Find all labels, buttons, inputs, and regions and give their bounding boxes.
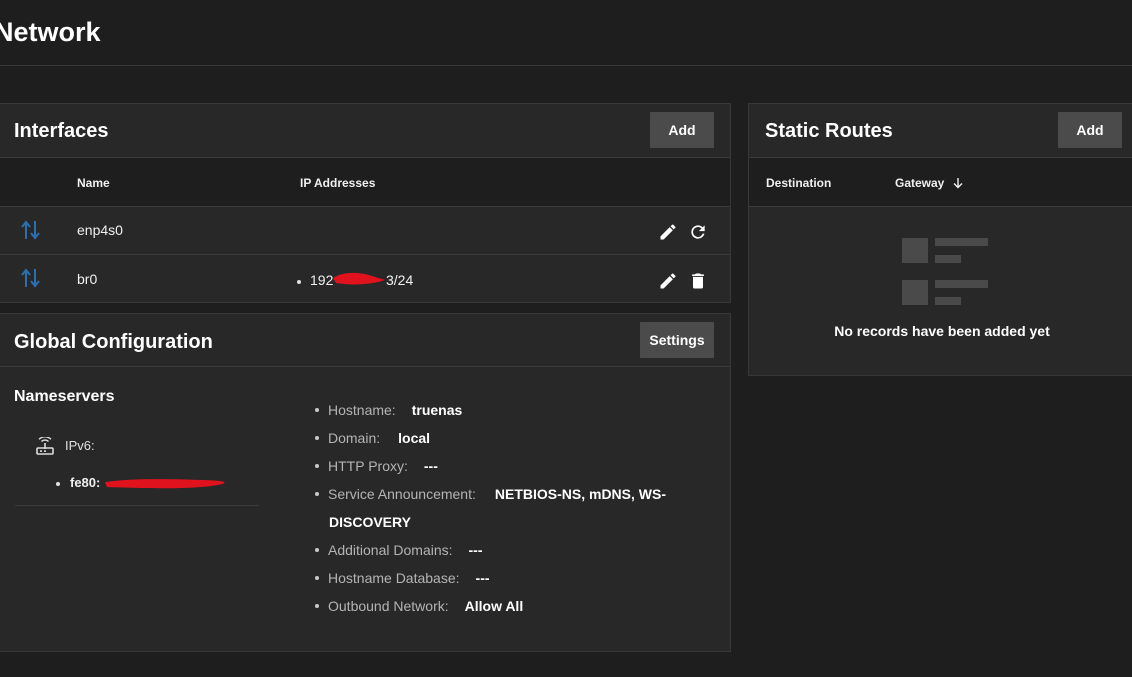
- interface-name: enp4s0: [77, 222, 123, 238]
- static-routes-card: Static Routes Add Destination Gateway No…: [748, 103, 1132, 376]
- ipv6-label: IPv6:: [65, 438, 95, 453]
- title-divider: [0, 65, 1132, 66]
- refresh-icon[interactable]: [688, 222, 708, 242]
- arrows-up-down-icon: [21, 268, 40, 288]
- interfaces-card: Interfaces Add Name IP Addresses enp4s0 …: [0, 103, 731, 303]
- empty-state-text: No records have been added yet: [834, 323, 1050, 339]
- nameserver-prefix: fe80:: [70, 475, 101, 490]
- router-icon: [36, 437, 54, 455]
- config-item-hostname: Hostname: truenas: [315, 396, 462, 424]
- column-header-destination[interactable]: Destination: [766, 176, 831, 190]
- interfaces-table-header: Name IP Addresses: [0, 158, 730, 206]
- config-item-hostname-database: Hostname Database: ---: [315, 564, 490, 592]
- list-bullet: [297, 280, 301, 284]
- config-item-domain: Domain: local: [315, 424, 430, 452]
- add-interface-button[interactable]: Add: [650, 112, 714, 148]
- table-row[interactable]: br0 192 3/24: [0, 255, 730, 302]
- static-routes-title: Static Routes: [765, 120, 893, 142]
- page-title: Network: [0, 17, 101, 47]
- interface-name: br0: [77, 271, 98, 287]
- column-header-ip[interactable]: IP Addresses: [300, 176, 375, 190]
- arrow-down-icon: [953, 178, 963, 189]
- nameservers-divider: [15, 505, 259, 506]
- settings-button[interactable]: Settings: [640, 322, 714, 358]
- table-row[interactable]: enp4s0: [0, 207, 730, 254]
- config-item-service-announcement: Service Announcement: NETBIOS-NS, mDNS, W…: [315, 480, 666, 508]
- global-configuration-card: Global Configuration Settings Nameserver…: [0, 313, 731, 652]
- static-routes-table-header: Destination Gateway: [749, 158, 1132, 206]
- pencil-icon[interactable]: [658, 222, 678, 242]
- list-bullet: [56, 482, 60, 486]
- empty-list-icon: [902, 238, 988, 305]
- ip-suffix: 3/24: [386, 272, 414, 288]
- global-configuration-divider: [0, 366, 730, 367]
- config-item-additional-domains: Additional Domains: ---: [315, 536, 483, 564]
- pencil-icon[interactable]: [658, 271, 678, 291]
- trash-icon[interactable]: [688, 271, 708, 291]
- global-configuration-title: Global Configuration: [14, 331, 213, 353]
- column-header-gateway[interactable]: Gateway: [895, 176, 964, 190]
- add-static-route-button[interactable]: Add: [1058, 112, 1122, 148]
- static-routes-table-divider: [749, 206, 1132, 207]
- nameservers-title: Nameservers: [14, 388, 115, 405]
- config-item-http-proxy: HTTP Proxy: ---: [315, 452, 438, 480]
- nameserver-entry: fe80:: [55, 474, 245, 494]
- column-header-name[interactable]: Name: [77, 176, 110, 190]
- interfaces-title: Interfaces: [14, 120, 109, 142]
- ip-address: 192 3/24: [297, 272, 437, 292]
- config-item-outbound-network: Outbound Network: Allow All: [315, 592, 523, 620]
- gateway-label: Gateway: [895, 176, 945, 190]
- config-item-service-announcement-cont: DISCOVERY: [329, 514, 411, 530]
- arrows-up-down-icon: [21, 220, 40, 240]
- redaction-mark: [105, 479, 225, 489]
- redaction-mark: [333, 272, 385, 285]
